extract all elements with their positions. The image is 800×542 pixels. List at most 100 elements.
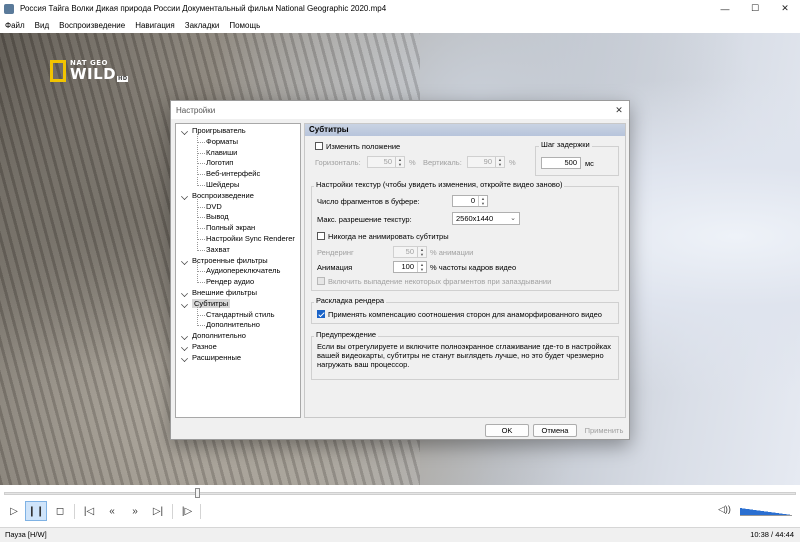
horizontal-value: 50: [383, 157, 392, 166]
tree-item[interactable]: Встроенные фильтры: [176, 256, 300, 267]
compensation-checkbox[interactable]: [317, 310, 325, 318]
tree-item-label: Форматы: [206, 136, 239, 146]
tree-item[interactable]: Дополнительно: [176, 317, 300, 331]
tree-item-label: Разное: [192, 341, 217, 351]
panel-header: Субтитры: [305, 124, 625, 136]
anim-label: Анимация: [317, 263, 353, 272]
previous-icon[interactable]: |◁: [78, 501, 100, 521]
tree-item[interactable]: Стандартный стиль: [176, 306, 300, 321]
buffer-label: Число фрагментов в буфере:: [317, 197, 420, 206]
spin-arrows-icon[interactable]: ▲ ▼: [417, 262, 426, 272]
delay-input[interactable]: 500: [541, 157, 581, 169]
seek-thumb[interactable]: [194, 488, 200, 498]
seek-bar[interactable]: [0, 485, 800, 501]
tree-item[interactable]: Расширенные: [176, 353, 300, 364]
tree-item-label: Дополнительно: [192, 331, 246, 341]
tree-item-label: Полный экран: [206, 223, 256, 233]
tree-item-label: DVD: [206, 201, 222, 211]
vertical-label: Вертикаль:: [423, 158, 462, 167]
tree-item[interactable]: Веб-интерфейс: [176, 166, 300, 180]
tree-item[interactable]: Воспроизведение: [176, 191, 300, 202]
tree-item-label: Настройки Sync Renderer: [206, 233, 295, 243]
volume-slider[interactable]: [740, 508, 792, 516]
buffer-value: 0: [470, 196, 475, 205]
tree-item[interactable]: Субтитры: [176, 298, 300, 310]
menu-help[interactable]: Помощь: [224, 21, 265, 30]
play-icon[interactable]: ▷: [3, 501, 25, 521]
tree-item[interactable]: Рендер аудио: [176, 274, 300, 288]
tree-item[interactable]: Клавиши: [176, 144, 300, 159]
menu-file[interactable]: Файл: [0, 21, 30, 30]
render-spinner[interactable]: 50 ▲ ▼: [393, 246, 427, 258]
compensation-row[interactable]: Применять компенсацию соотношения сторон…: [317, 310, 602, 319]
render-label: Рендеринг: [317, 248, 354, 257]
tree-item[interactable]: Логотип: [176, 155, 300, 169]
menu-playback[interactable]: Воспроизведение: [54, 21, 130, 30]
no-anim-label: Никогда не анимировать субтитры: [328, 232, 449, 241]
menu-navigate[interactable]: Навигация: [130, 21, 180, 30]
tree-item-label: Рендер аудио: [206, 277, 255, 287]
rewind-icon[interactable]: «: [101, 501, 123, 521]
maximize-button[interactable]: ☐: [740, 0, 770, 17]
compensation-label: Применять компенсацию соотношения сторон…: [328, 310, 602, 319]
minimize-button[interactable]: —: [710, 0, 740, 17]
tree-item-label: Расширенные: [192, 352, 242, 362]
fast-forward-icon[interactable]: »: [124, 501, 146, 521]
tree-item-label: Клавиши: [206, 147, 238, 157]
dialog-close-button[interactable]: ✕: [613, 104, 625, 116]
anim-suffix: % частоты кадров видео: [430, 263, 517, 272]
logo-line2: WILD: [70, 65, 117, 83]
menu-favorites[interactable]: Закладки: [180, 21, 225, 30]
spin-arrows-icon[interactable]: ▲ ▼: [417, 247, 426, 257]
maxres-value: 2560x1440: [456, 214, 494, 223]
horizontal-spinner[interactable]: 50 ▲ ▼: [367, 156, 405, 168]
tree-item[interactable]: Полный экран: [176, 220, 300, 234]
next-icon[interactable]: ▷|: [147, 501, 169, 521]
horizontal-percent: %: [409, 158, 416, 167]
anim-value: 100: [401, 262, 414, 271]
settings-dialog: Настройки ✕ Проигрыватель Форматы Клавиши Л…: [170, 100, 630, 440]
separator: [172, 504, 173, 519]
tree-item[interactable]: Аудиопереключатель: [176, 263, 300, 277]
render-value: 50: [405, 247, 414, 256]
pause-icon[interactable]: ❙❙: [25, 501, 47, 521]
logo-frame-icon: [50, 60, 66, 82]
speaker-icon[interactable]: ◁)): [718, 504, 731, 515]
tree-item[interactable]: Шейдеры: [176, 177, 300, 191]
settings-tree: Проигрыватель Форматы Клавиши Логотип Веб-ин…: [175, 123, 301, 418]
stop-icon[interactable]: ◻: [49, 501, 71, 521]
tree-item[interactable]: Вывод: [176, 209, 300, 223]
warning-title: Предупреждение: [314, 330, 379, 339]
dialog-title: Настройки: [171, 101, 629, 119]
anim-spinner[interactable]: 100 ▲ ▼: [393, 261, 427, 273]
menu-view[interactable]: Вид: [30, 21, 54, 30]
tree-item[interactable]: Настройки Sync Renderer: [176, 231, 300, 245]
drop-checkbox[interactable]: [317, 277, 325, 285]
drop-row[interactable]: Включить выпадение некоторых фрагментов …: [317, 277, 551, 286]
no-anim-row[interactable]: Никогда не анимировать субтитры: [317, 232, 449, 241]
chevron-down-icon: ⌄: [510, 215, 516, 222]
seek-track[interactable]: [4, 492, 796, 495]
tree-item[interactable]: Дополнительно: [176, 331, 300, 342]
tree-item[interactable]: Разное: [176, 342, 300, 353]
change-position-row[interactable]: Изменить положение: [315, 142, 400, 151]
close-button[interactable]: ✕: [770, 0, 800, 17]
apply-button[interactable]: Применить: [581, 424, 627, 437]
cancel-button[interactable]: Отмена: [533, 424, 577, 437]
frame-step-icon[interactable]: |▷: [176, 501, 198, 521]
spin-arrows-icon[interactable]: ▲ ▼: [478, 196, 487, 206]
vertical-spinner[interactable]: 90 ▲ ▼: [467, 156, 505, 168]
buffer-spinner[interactable]: 0 ▲ ▼: [452, 195, 488, 207]
delay-unit: мс: [585, 159, 594, 168]
change-position-checkbox[interactable]: [315, 142, 323, 150]
tree-item[interactable]: Проигрыватель: [176, 126, 300, 137]
no-anim-checkbox[interactable]: [317, 232, 325, 240]
tree-item[interactable]: Захват: [176, 241, 300, 256]
maxres-select[interactable]: 2560x1440 ⌄: [452, 212, 520, 225]
spin-arrows-icon[interactable]: ▲ ▼: [395, 157, 404, 167]
tree-item[interactable]: Форматы: [176, 133, 300, 148]
spin-arrows-icon[interactable]: ▲ ▼: [495, 157, 504, 167]
ok-button[interactable]: OK: [485, 424, 529, 437]
tree-item[interactable]: Внешние фильтры: [176, 288, 300, 299]
tree-item[interactable]: DVD: [176, 198, 300, 213]
